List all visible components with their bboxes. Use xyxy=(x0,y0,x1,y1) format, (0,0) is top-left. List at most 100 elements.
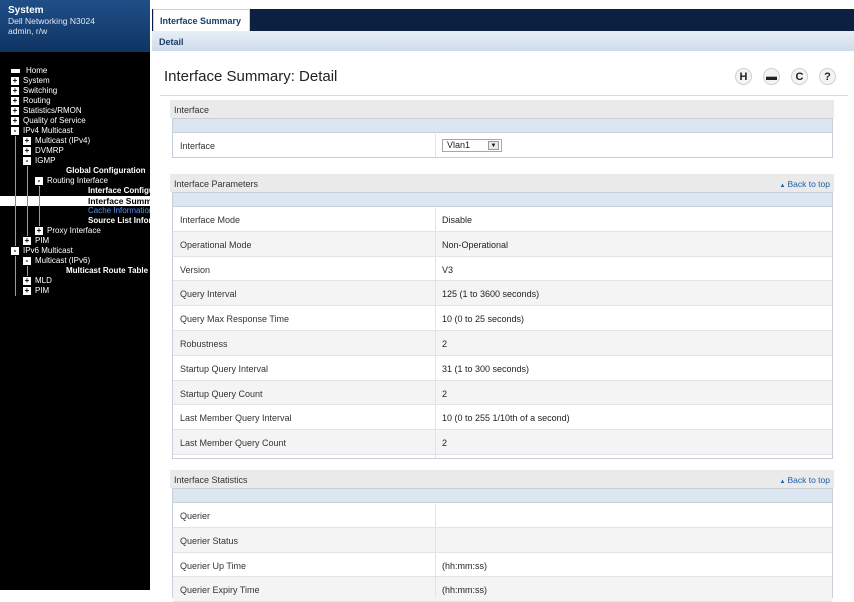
sidebar-item-dvmrp[interactable]: + DVMRP xyxy=(0,146,150,156)
sidebar-item-quality-of-service[interactable]: + Quality of Service xyxy=(0,116,150,126)
sidebar-item-label: Global Configuration xyxy=(66,166,146,175)
sidebar-item-ipv4-multicast[interactable]: - IPv4 Multicast xyxy=(0,126,150,136)
back-to-top-label: Back to top xyxy=(787,475,830,485)
print-icon-glyph: ▬ xyxy=(766,70,777,83)
sidebar-item-switching[interactable]: + Switching xyxy=(0,86,150,96)
tree-line xyxy=(27,166,28,176)
collapse-icon[interactable]: - xyxy=(11,247,19,255)
parameters-section-header: Interface Parameters ▲ Back to top xyxy=(170,174,834,192)
interface-section-title: Interface xyxy=(174,105,210,115)
row-value: V3 xyxy=(442,264,454,275)
interface-select-value: Vlan1 xyxy=(447,140,471,150)
sidebar-item-interface-configuration[interactable]: Interface Configuration xyxy=(0,186,150,196)
row-label: Querier Status xyxy=(180,535,239,546)
sidebar-item-multicast-route-table[interactable]: Multicast Route Table xyxy=(0,266,150,276)
expand-icon[interactable]: + xyxy=(11,107,19,115)
tree-line xyxy=(39,216,40,226)
tree-line xyxy=(39,206,40,216)
sidebar-item-routing-interface[interactable]: - Routing Interface xyxy=(0,176,150,186)
row-label: Querier Expiry Time xyxy=(180,585,260,596)
row-value: 125 (1 to 3600 seconds) xyxy=(442,289,540,300)
sub-tab-bar: Detail xyxy=(152,31,854,51)
sidebar-item-mld[interactable]: + MLD xyxy=(0,276,150,286)
sidebar-item-system[interactable]: + System xyxy=(0,76,150,86)
expand-icon[interactable]: + xyxy=(11,77,19,85)
sidebar-item-label: PIM xyxy=(35,286,50,295)
row-label: Version xyxy=(180,264,211,275)
statistics-section-header: Interface Statistics ▲ Back to top xyxy=(170,470,834,488)
sidebar-item-home[interactable]: Home xyxy=(0,66,150,76)
home-icon xyxy=(11,69,20,73)
tree-line xyxy=(15,146,16,156)
tree-line xyxy=(15,186,16,196)
expand-icon[interactable]: + xyxy=(11,117,19,125)
title-divider xyxy=(160,95,848,96)
sidebar-item-multicast-ipv6[interactable]: - Multicast (IPv6) xyxy=(0,256,150,266)
sidebar-item-label: Switching xyxy=(23,86,58,95)
row-label: Last Member Query Interval xyxy=(180,413,292,424)
table-row: Startup Query Count 2 xyxy=(173,380,832,406)
sub-tab-detail[interactable]: Detail xyxy=(159,37,184,47)
sidebar-item-label: Quality of Service xyxy=(23,116,86,125)
collapse-icon[interactable]: - xyxy=(11,127,19,135)
sidebar-item-proxy-interface[interactable]: + Proxy Interface xyxy=(0,226,150,236)
row-value: Disable xyxy=(442,215,473,225)
tree-line xyxy=(15,136,16,146)
interface-table-header xyxy=(173,119,832,133)
sidebar-item-source-list-information[interactable]: Source List Information xyxy=(0,216,150,226)
expand-icon[interactable]: + xyxy=(11,97,19,105)
table-row: Query Max Response Time 10 (0 to 25 secon… xyxy=(173,306,832,331)
sidebar-item-label: Interface Summary xyxy=(88,196,150,206)
expand-icon[interactable]: + xyxy=(35,227,43,235)
tab-interface-summary[interactable]: Interface Summary xyxy=(153,9,250,31)
sidebar-item-ipv6-multicast[interactable]: - IPv6 Multicast xyxy=(0,246,150,256)
back-to-top-link[interactable]: ▲ Back to top xyxy=(780,475,830,485)
chevron-down-icon[interactable]: ▼ xyxy=(488,141,499,150)
tree-line xyxy=(15,266,16,276)
system-header: System Dell Networking N3024 admin, r/w xyxy=(0,0,150,52)
sidebar-item-multicast-ipv4[interactable]: + Multicast (IPv4) xyxy=(0,136,150,146)
refresh-icon-glyph: C xyxy=(795,70,804,83)
sidebar-item-label: PIM xyxy=(35,236,50,245)
interface-select[interactable]: Vlan1 ▼ xyxy=(442,139,502,152)
tree-line xyxy=(15,206,16,216)
sidebar-item-routing[interactable]: + Routing xyxy=(0,96,150,106)
sidebar-item-interface-summary[interactable]: Interface Summary xyxy=(0,196,150,206)
row-value: Non-Operational xyxy=(442,239,509,250)
tree-line xyxy=(15,226,16,236)
parameters-section-title: Interface Parameters xyxy=(174,179,259,189)
back-to-top-link[interactable]: ▲ Back to top xyxy=(780,179,830,189)
parameters-table-header xyxy=(173,193,832,207)
sidebar-item-pim[interactable]: + PIM xyxy=(0,236,150,246)
system-title: System xyxy=(8,5,44,16)
expand-icon[interactable]: + xyxy=(23,137,31,145)
table-row: Interface Mode Disable xyxy=(173,207,832,232)
save-icon[interactable]: H xyxy=(735,68,752,85)
row-label: Query Max Response Time xyxy=(180,314,290,325)
row-value: (hh:mm:ss) xyxy=(442,560,487,571)
collapse-icon[interactable]: - xyxy=(23,257,31,265)
print-icon[interactable]: ▬ xyxy=(763,68,780,85)
expand-icon[interactable]: + xyxy=(23,237,31,245)
table-row: Last Member Query Count 2 xyxy=(173,430,832,455)
column-divider xyxy=(435,208,436,458)
sidebar-item-pim[interactable]: + PIM xyxy=(0,286,150,296)
sidebar-item-statistics-rmon[interactable]: + Statistics/RMON xyxy=(0,106,150,116)
row-label: Query Interval xyxy=(180,289,237,300)
page-title: Interface Summary: Detail xyxy=(164,68,338,85)
sidebar-item-cache-information[interactable]: Cache Information xyxy=(0,206,150,216)
help-icon[interactable]: ? xyxy=(819,68,836,85)
expand-icon[interactable]: + xyxy=(23,147,31,155)
device-name: Dell Networking N3024 xyxy=(8,16,95,26)
sidebar-item-global-configuration[interactable]: Global Configuration xyxy=(0,166,150,176)
collapse-icon[interactable]: - xyxy=(23,157,31,165)
expand-icon[interactable]: + xyxy=(23,277,31,285)
refresh-icon[interactable]: C xyxy=(791,68,808,85)
expand-icon[interactable]: + xyxy=(23,287,31,295)
sidebar-item-label: IGMP xyxy=(35,156,56,165)
expand-icon[interactable]: + xyxy=(11,87,19,95)
table-row: Version V3 xyxy=(173,256,832,282)
collapse-icon[interactable]: - xyxy=(35,177,43,185)
parameters-rows: Interface Mode Disable Operational Mode Non… xyxy=(173,207,832,455)
sidebar-item-igmp[interactable]: - IGMP xyxy=(0,156,150,166)
